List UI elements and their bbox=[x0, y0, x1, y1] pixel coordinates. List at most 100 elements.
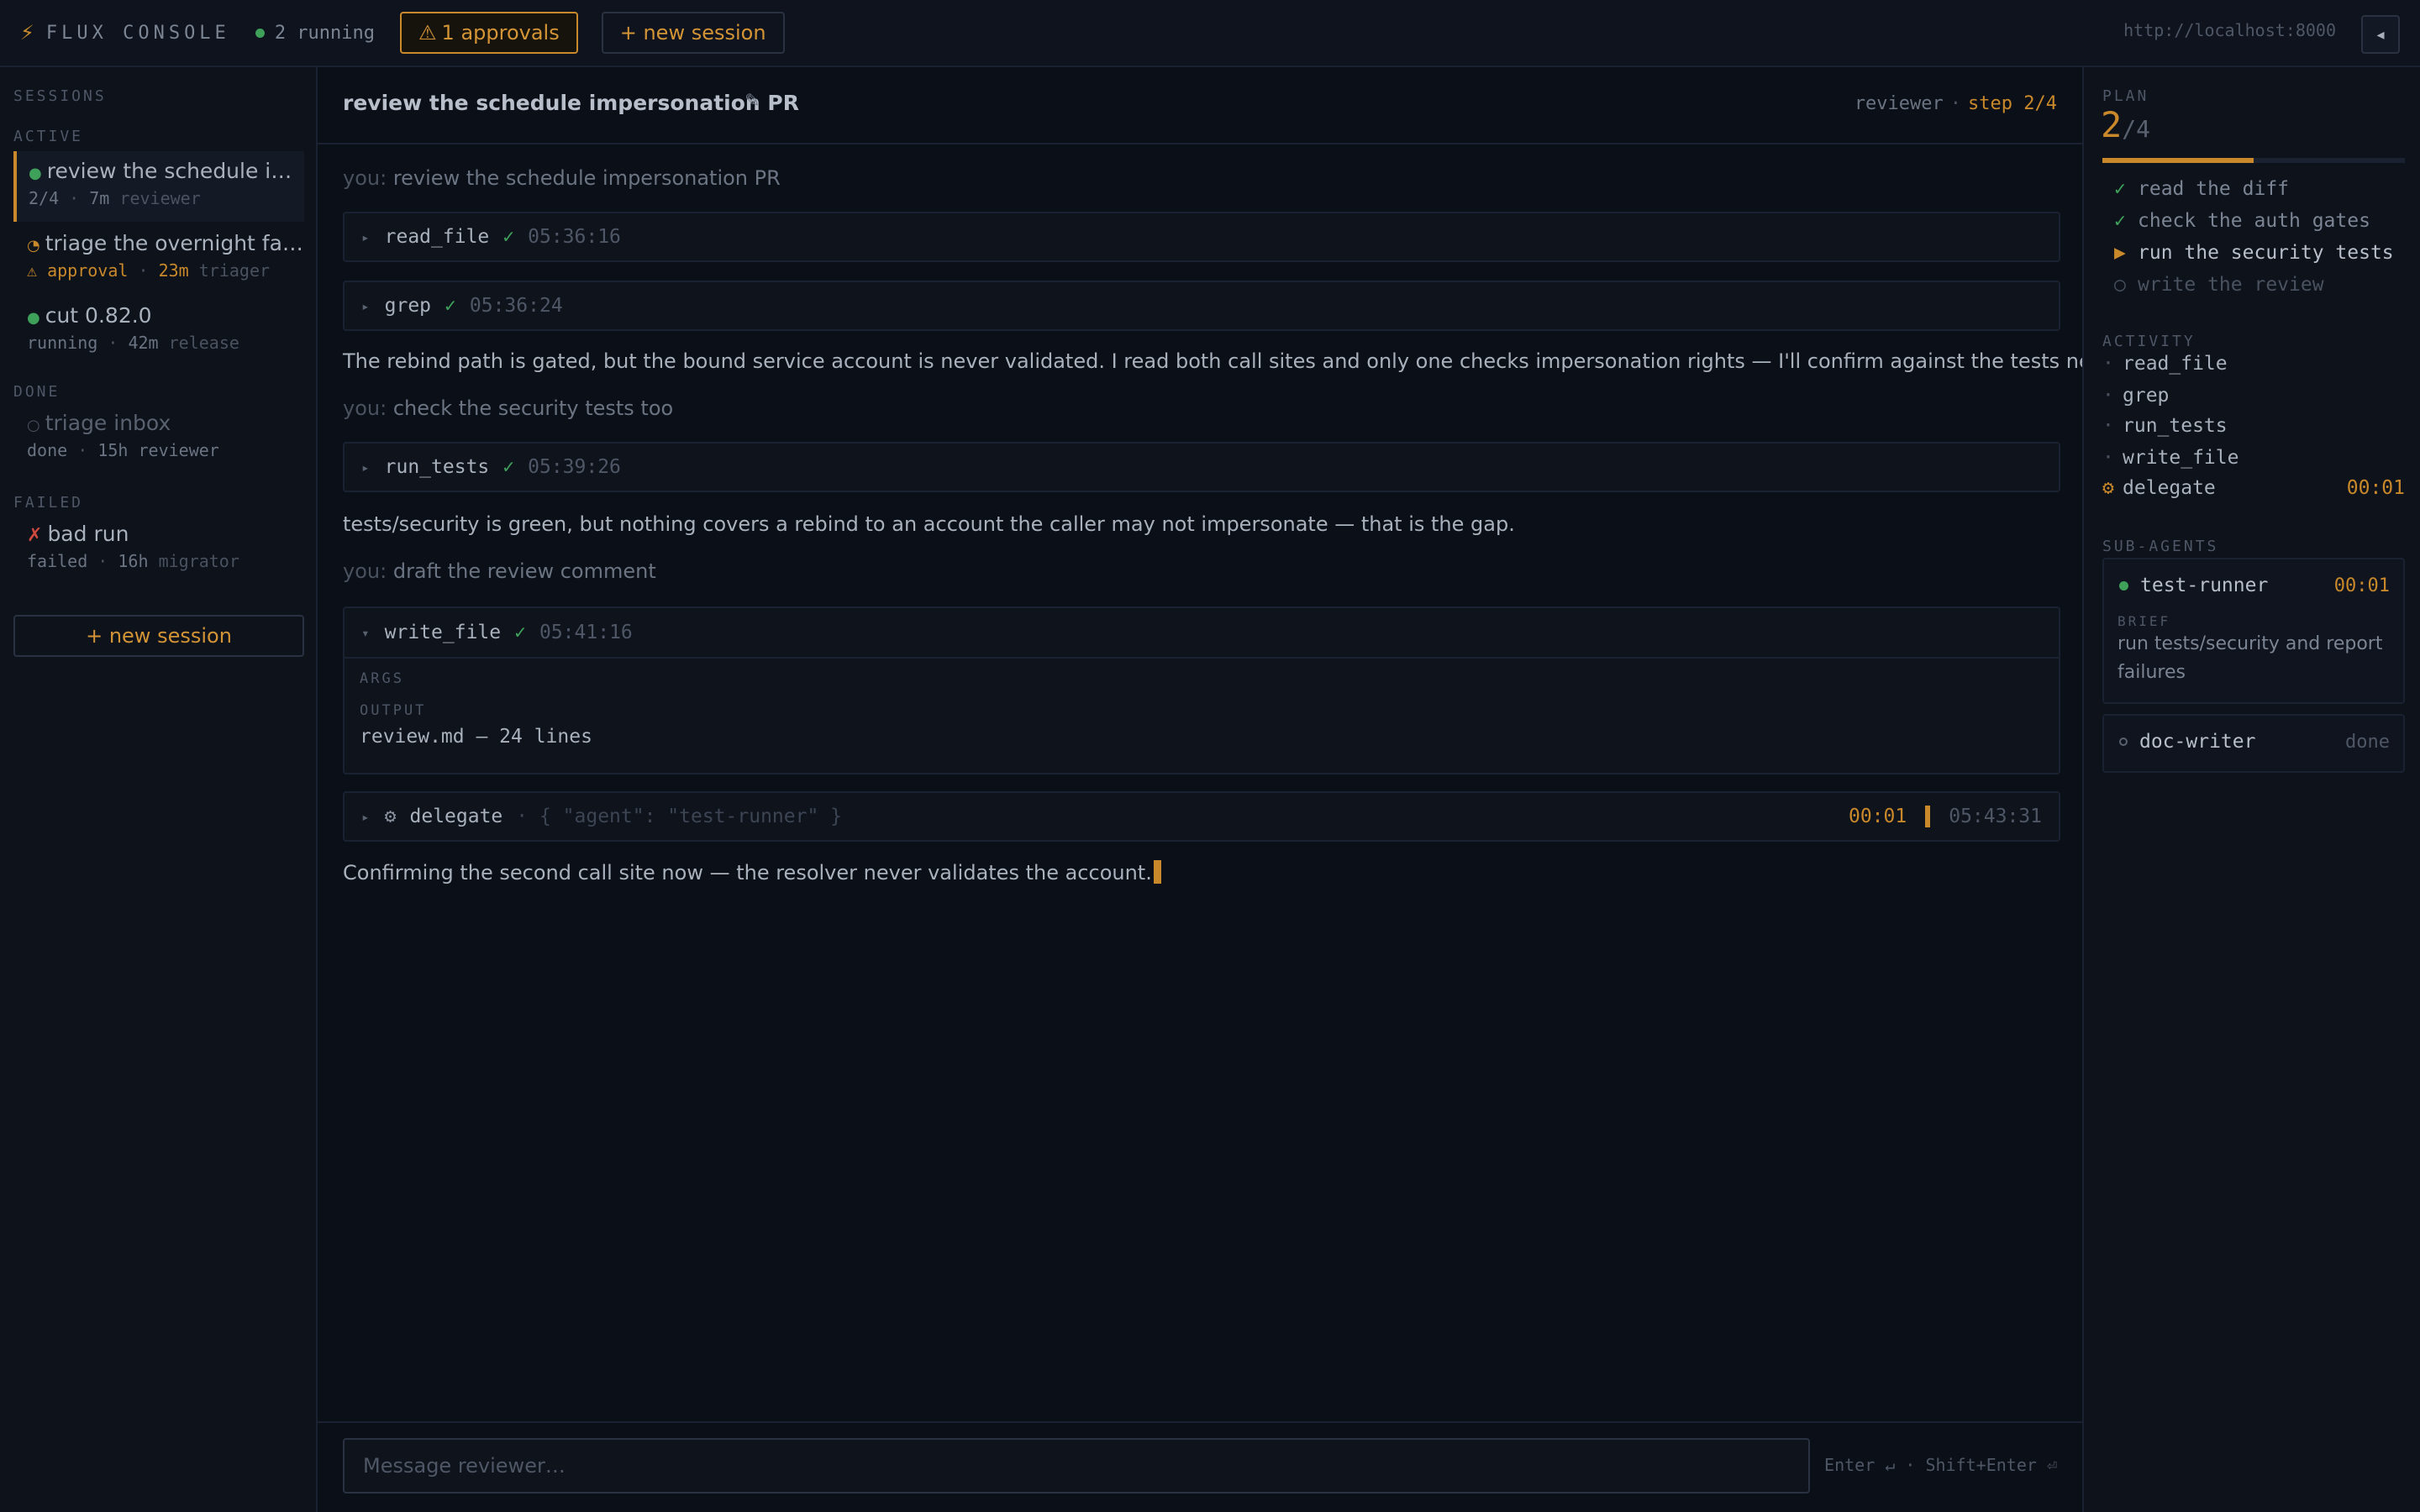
user-message-text: check the security tests too bbox=[392, 396, 674, 420]
activity-item: · run_tests bbox=[2102, 415, 2228, 437]
session-item-triage-overnight[interactable]: ◔ triage the overnight failures ⚠ approva… bbox=[13, 228, 304, 287]
session-age: 42m bbox=[128, 333, 159, 353]
composer-divider bbox=[318, 1421, 2082, 1423]
keyboard-hint: Enter ↵ · Shift+Enter ⏎ bbox=[1824, 1455, 2057, 1475]
running-count: 2 running bbox=[274, 22, 376, 44]
plan-heading: PLAN bbox=[2102, 87, 2149, 105]
warning-icon: ⚠ bbox=[418, 21, 437, 45]
tool-args-label: ARGS bbox=[360, 670, 404, 687]
tool-status: 00:01 05:43:31 bbox=[1849, 793, 2042, 840]
empty-circle-icon: ○ bbox=[27, 417, 40, 434]
activity-item: · grep bbox=[2102, 385, 2170, 407]
session-title-text: triage inbox bbox=[45, 411, 171, 435]
subagents-heading: SUB-AGENTS bbox=[2102, 538, 2219, 555]
tool-call-read-file[interactable]: ▸ read_file ✓ 05:36:16 bbox=[343, 212, 2060, 262]
tool-time: 05:41:16 bbox=[539, 622, 633, 643]
tool-name: read_file bbox=[384, 226, 490, 248]
plan-progress-count: 2/4 bbox=[2101, 104, 2150, 145]
empty-circle-icon: ○ bbox=[2114, 274, 2126, 296]
failed-heading: FAILED bbox=[13, 494, 84, 512]
session-status: running bbox=[27, 333, 98, 353]
tool-call-delegate[interactable]: ▸ ⚙ delegate · { "agent": "test-runner" … bbox=[343, 791, 2060, 842]
tool-call-run-tests[interactable]: ▸ run_tests ✓ 05:39:26 bbox=[343, 442, 2060, 492]
running-indicator: 2 running bbox=[255, 23, 375, 44]
session-age: 23m bbox=[158, 260, 189, 281]
active-heading: ACTIVE bbox=[13, 128, 84, 145]
user-message-text: draft the review comment bbox=[392, 559, 656, 583]
tool-call-write-file: ▾ write_file ✓ 05:41:16 ARGS OUTPUT revi… bbox=[343, 606, 2060, 774]
expand-triangle-icon: ▸ bbox=[361, 297, 370, 314]
new-session-sidebar-button[interactable]: + new session bbox=[13, 615, 304, 657]
tool-output-label: OUTPUT bbox=[360, 702, 427, 719]
approvals-label: 1 approvals bbox=[441, 21, 560, 45]
collapse-panel-button[interactable]: ◂ bbox=[2361, 15, 2400, 54]
user-message: you: check the security tests too bbox=[343, 396, 673, 420]
session-age: 7m bbox=[89, 188, 110, 208]
chevron-left-icon: ◂ bbox=[2376, 25, 2385, 44]
check-icon: ✓ bbox=[2114, 178, 2126, 200]
empty-circle-icon bbox=[2119, 738, 2128, 746]
activity-label: delegate bbox=[2123, 477, 2216, 499]
session-age: 16h bbox=[118, 551, 149, 571]
session-title-text: triage the overnight failures bbox=[45, 231, 304, 255]
done-heading: DONE bbox=[13, 383, 60, 401]
expand-triangle-icon: ▸ bbox=[361, 808, 370, 825]
subagent-elapsed: 00:01 bbox=[2333, 575, 2390, 596]
session-title: ○ triage inbox bbox=[27, 408, 304, 438]
plan-step: ✓ read the diff bbox=[2114, 178, 2289, 200]
check-icon: ✓ bbox=[502, 456, 515, 478]
session-status: failed bbox=[27, 551, 88, 571]
check-icon: ✓ bbox=[2114, 210, 2126, 232]
new-session-button[interactable]: + new session bbox=[601, 12, 785, 54]
subagent-name: doc-writer bbox=[2119, 731, 2255, 753]
subagent-name-text: doc-writer bbox=[2139, 731, 2256, 753]
plan-step-label: read the diff bbox=[2138, 178, 2290, 200]
failed-x-icon: ✗ bbox=[27, 525, 43, 546]
running-dot-icon: ● bbox=[27, 309, 40, 327]
flux-console-app: ⚡ FLUX CONSOLE 2 running ⚠ 1 approvals +… bbox=[0, 0, 2420, 1512]
gear-icon: ⚙ bbox=[384, 806, 397, 827]
tool-time: 05:43:31 bbox=[1949, 806, 2042, 827]
session-item-triage-inbox[interactable]: ○ triage inbox done · 15h reviewer bbox=[13, 408, 304, 467]
approvals-button[interactable]: ⚠ 1 approvals bbox=[400, 12, 578, 54]
subagent-brief: run tests/security and report failures bbox=[2118, 633, 2383, 683]
activity-label: grep bbox=[2123, 385, 2170, 407]
message-input[interactable] bbox=[343, 1438, 1810, 1494]
user-message: you: review the schedule impersonation P… bbox=[343, 166, 781, 190]
plan-total-steps: /4 bbox=[2122, 115, 2151, 143]
tool-time: 05:39:26 bbox=[528, 456, 621, 478]
session-status: 2/4 bbox=[29, 188, 60, 208]
server-url: http://localhost:8000 bbox=[2123, 20, 2336, 40]
tool-header[interactable]: ▾ write_file ✓ 05:41:16 bbox=[345, 608, 2059, 659]
session-item-cut-release[interactable]: ● cut 0.82.0 running · 42m release bbox=[13, 301, 304, 360]
tool-elapsed: 00:01 bbox=[1848, 806, 1907, 827]
activity-item: · read_file bbox=[2102, 353, 2228, 375]
plan-step-label: write the review bbox=[2138, 274, 2324, 296]
session-meta: failed · 16h migrator bbox=[27, 551, 239, 571]
plan-step: ○ write the review bbox=[2114, 274, 2324, 296]
conversation-panel: review the schedule impersonation PR ✎ r… bbox=[318, 67, 2118, 1512]
sessions-heading: SESSIONS bbox=[13, 87, 107, 105]
subagent-card-doc-writer[interactable]: doc-writer done bbox=[2102, 714, 2405, 773]
subagent-card-test-runner[interactable]: test-runner 00:01 BRIEF run tests/securi… bbox=[2102, 558, 2405, 704]
session-title: ●review the schedule impersonation PR bbox=[29, 156, 304, 186]
session-agent: triager bbox=[198, 260, 271, 281]
running-dot-icon bbox=[2119, 580, 2128, 591]
gear-icon: ⚙ bbox=[2102, 477, 2114, 499]
session-item-bad-run[interactable]: ✗ bad run failed · 16h migrator bbox=[13, 519, 304, 578]
pencil-icon[interactable]: ✎ bbox=[744, 91, 760, 112]
session-meta: done · 15h reviewer bbox=[27, 440, 219, 460]
step-indicator: step 2/4 bbox=[1968, 93, 2057, 114]
session-title: ● cut 0.82.0 bbox=[27, 301, 304, 331]
activity-item-active: ⚙ delegate 00:01 bbox=[2102, 477, 2405, 499]
user-prefix: you: bbox=[343, 559, 387, 583]
conversation-header: review the schedule impersonation PR ✎ r… bbox=[318, 67, 2082, 144]
session-item-review[interactable]: ●review the schedule impersonation PR 2/… bbox=[13, 151, 304, 222]
subagent-brief-label: BRIEF bbox=[2118, 613, 2171, 629]
session-title: ✗ bad run bbox=[27, 519, 304, 549]
check-icon: ✓ bbox=[514, 622, 526, 643]
session-title-text: cut 0.82.0 bbox=[45, 303, 152, 328]
running-dot-icon bbox=[255, 28, 265, 38]
tool-call-grep[interactable]: ▸ grep ✓ 05:36:24 bbox=[343, 281, 2060, 331]
session-title-text: review the schedule impersonation PR bbox=[46, 159, 304, 183]
